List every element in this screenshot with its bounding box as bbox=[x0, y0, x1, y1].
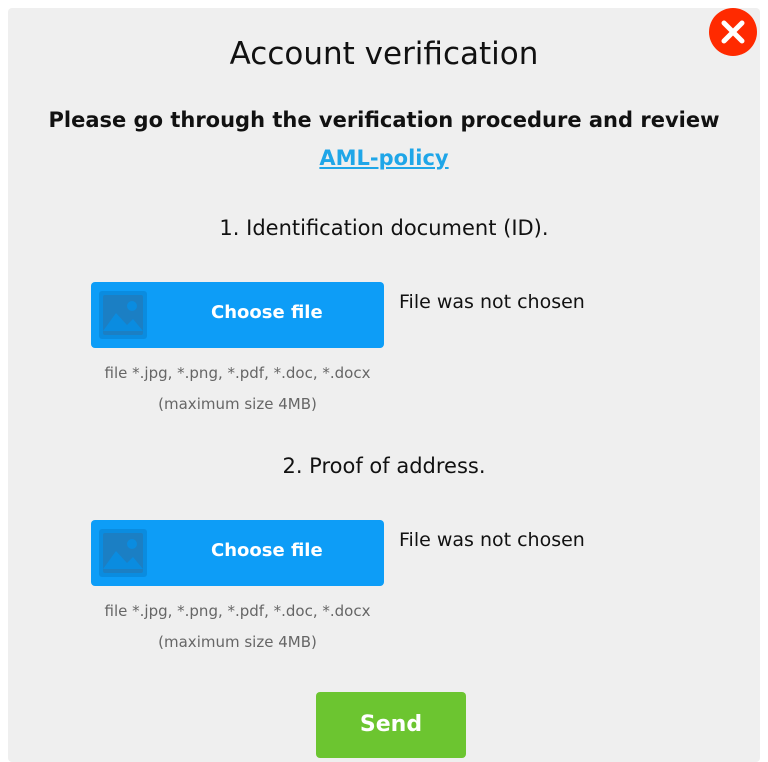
file-status-address: File was not chosen bbox=[399, 529, 585, 551]
intro-text: Please go through the verification proce… bbox=[48, 108, 720, 132]
section-heading-id: 1. Identification document (ID). bbox=[219, 216, 549, 240]
file-formats-hint-id: file *.jpg, *.png, *.pdf, *.doc, *.docx bbox=[104, 364, 371, 382]
choose-file-label: Choose file bbox=[211, 302, 323, 323]
choose-file-button-address[interactable]: Choose file bbox=[91, 520, 384, 586]
file-size-hint-id: (maximum size 4MB) bbox=[158, 395, 317, 413]
aml-policy-link[interactable]: AML-policy bbox=[0, 146, 768, 170]
file-size-hint-address: (maximum size 4MB) bbox=[158, 633, 317, 651]
image-icon bbox=[99, 291, 147, 339]
file-formats-hint-address: file *.jpg, *.png, *.pdf, *.doc, *.docx bbox=[104, 602, 371, 620]
modal-title: Account verification bbox=[229, 36, 539, 72]
section-heading-address: 2. Proof of address. bbox=[282, 454, 486, 478]
image-icon bbox=[99, 529, 147, 577]
send-button[interactable]: Send bbox=[316, 692, 466, 758]
choose-file-label: Choose file bbox=[211, 540, 323, 561]
choose-file-button-id[interactable]: Choose file bbox=[91, 282, 384, 348]
file-status-id: File was not chosen bbox=[399, 291, 585, 313]
